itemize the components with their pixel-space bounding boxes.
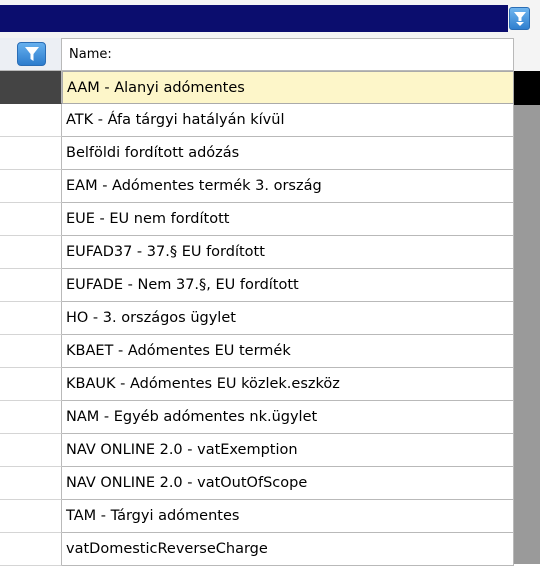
vat-code-picker: Name: AAM - Alanyi adómentes ATK - Áfa tá… — [0, 0, 540, 566]
table-row[interactable]: vatDomesticReverseCharge — [0, 533, 514, 566]
row-name-cell[interactable]: AAM - Alanyi adómentes — [62, 71, 514, 104]
row-name-cell[interactable]: KBAET - Adómentes EU termék — [62, 335, 514, 368]
title-bar — [0, 0, 540, 38]
row-indicator[interactable] — [0, 203, 62, 236]
row-indicator[interactable] — [0, 368, 62, 401]
row-indicator[interactable] — [0, 71, 62, 104]
row-name-cell[interactable]: EUFAD37 - 37.§ EU fordított — [62, 236, 514, 269]
row-name-cell[interactable]: KBAUK - Adómentes EU közlek.eszköz — [62, 368, 514, 401]
row-indicator[interactable] — [0, 104, 62, 137]
row-name-cell[interactable]: vatDomesticReverseCharge — [62, 533, 514, 566]
row-indicator[interactable] — [0, 269, 62, 302]
table-row[interactable]: EUFADE - Nem 37.§, EU fordított — [0, 269, 514, 302]
filter-button[interactable] — [17, 42, 46, 66]
table-row[interactable]: NAM - Egyéb adómentes nk.ügylet — [0, 401, 514, 434]
row-name-cell[interactable]: NAV ONLINE 2.0 - vatExemption — [62, 434, 514, 467]
table-row[interactable]: HO - 3. országos ügylet — [0, 302, 514, 335]
row-name-cell[interactable]: EUFADE - Nem 37.§, EU fordított — [62, 269, 514, 302]
table-row[interactable]: NAV ONLINE 2.0 - vatExemption — [0, 434, 514, 467]
table-row[interactable]: EUFAD37 - 37.§ EU fordított — [0, 236, 514, 269]
grid-header: Name: — [0, 38, 540, 71]
table-row[interactable]: AAM - Alanyi adómentes — [0, 71, 514, 104]
row-indicator[interactable] — [0, 500, 62, 533]
row-name-cell[interactable]: Belföldi fordított adózás — [62, 137, 514, 170]
table-row[interactable]: KBAUK - Adómentes EU közlek.eszköz — [0, 368, 514, 401]
header-right-gap — [514, 38, 540, 71]
scrollbar-top-block — [514, 71, 540, 105]
table-row[interactable]: EUE - EU nem fordított — [0, 203, 514, 236]
row-indicator[interactable] — [0, 302, 62, 335]
header-indicator-cell — [0, 38, 62, 71]
filter-dropdown-button[interactable] — [509, 7, 530, 30]
row-name-cell[interactable]: HO - 3. országos ügylet — [62, 302, 514, 335]
table-row[interactable]: TAM - Tárgyi adómentes — [0, 500, 514, 533]
row-indicator[interactable] — [0, 236, 62, 269]
title-band — [0, 5, 508, 32]
row-indicator[interactable] — [0, 467, 62, 500]
row-name-cell[interactable]: NAV ONLINE 2.0 - vatOutOfScope — [62, 467, 514, 500]
table-row[interactable]: NAV ONLINE 2.0 - vatOutOfScope — [0, 467, 514, 500]
row-name-cell[interactable]: NAM - Egyéb adómentes nk.ügylet — [62, 401, 514, 434]
vertical-scrollbar[interactable] — [514, 71, 540, 564]
row-name-cell[interactable]: ATK - Áfa tárgyi hatályán kívül — [62, 104, 514, 137]
row-indicator[interactable] — [0, 137, 62, 170]
filter-dropdown-icon — [514, 12, 526, 26]
table-row[interactable]: ATK - Áfa tárgyi hatályán kívül — [0, 104, 514, 137]
row-indicator[interactable] — [0, 170, 62, 203]
vat-code-list: AAM - Alanyi adómentes ATK - Áfa tárgyi h… — [0, 71, 514, 566]
table-row[interactable]: EAM - Adómentes termék 3. ország — [0, 170, 514, 203]
filter-icon — [25, 47, 39, 61]
row-indicator[interactable] — [0, 401, 62, 434]
row-name-cell[interactable]: TAM - Tárgyi adómentes — [62, 500, 514, 533]
table-row[interactable]: Belföldi fordított adózás — [0, 137, 514, 170]
row-indicator[interactable] — [0, 533, 62, 566]
column-header-name[interactable]: Name: — [62, 38, 514, 71]
row-name-cell[interactable]: EUE - EU nem fordított — [62, 203, 514, 236]
row-indicator[interactable] — [0, 335, 62, 368]
row-name-cell[interactable]: EAM - Adómentes termék 3. ország — [62, 170, 514, 203]
row-indicator[interactable] — [0, 434, 62, 467]
table-row[interactable]: KBAET - Adómentes EU termék — [0, 335, 514, 368]
